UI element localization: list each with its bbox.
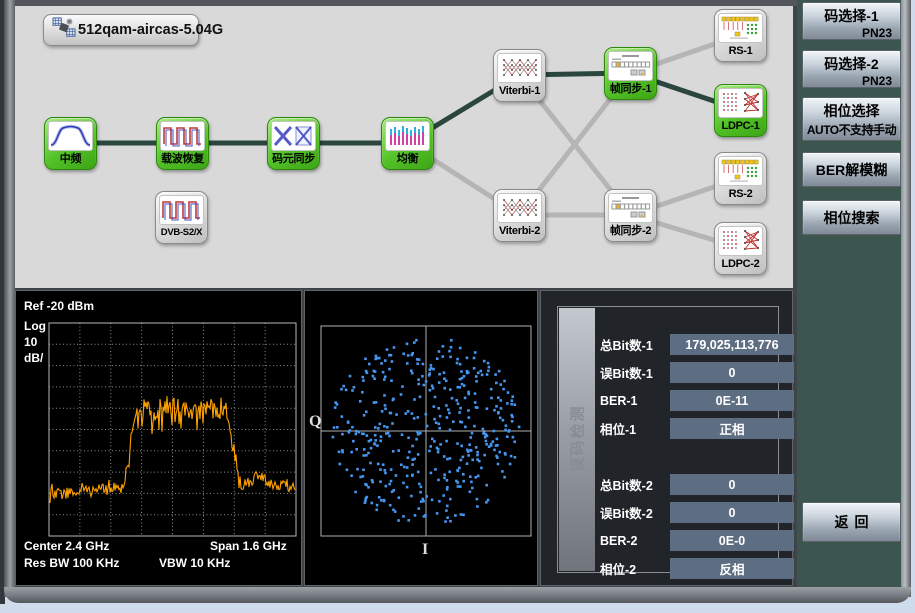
signal-title-label: 512qam-aircas-5.04G — [78, 22, 223, 38]
stat-row-ber-2: BER-2 0E-0 — [600, 530, 666, 551]
stat-row-phase-2: 相位-2 反相 — [600, 558, 666, 579]
value-box: 0 — [670, 474, 794, 495]
stat-row-phase-1: 相位-1 正相 — [600, 418, 666, 439]
spectrum-scale-10: 10 — [24, 335, 37, 349]
return-button[interactable]: 返回 — [802, 502, 901, 542]
satellite-icon — [52, 17, 76, 44]
node-equalizer[interactable]: 均衡 — [381, 117, 434, 170]
signal-title-button[interactable]: 512qam-aircas-5.04G — [43, 14, 199, 46]
node-viterbi-2[interactable]: Viterbi-2 — [493, 189, 546, 242]
value-box: 179,025,113,776 — [670, 334, 794, 355]
bandpass-icon — [48, 121, 93, 151]
code-select-2-button[interactable]: 码选择-2 PN23 — [802, 50, 901, 88]
node-symbol-sync[interactable]: 码元同步 — [267, 117, 320, 170]
phase-select-button[interactable]: 相位选择 AUTO不支持手动 — [802, 97, 901, 141]
trellis-icon — [497, 53, 542, 83]
frame-structure-icon — [608, 193, 653, 223]
equalizer-bars-icon — [385, 121, 430, 151]
spectrum-span-label: Span 1.6 GHz — [210, 539, 287, 553]
ber-disambiguate-button[interactable]: BER解模糊 — [802, 152, 901, 187]
tanner-graph-icon — [718, 88, 763, 118]
constellation-display: Q I — [304, 290, 538, 586]
squarewave-icon — [160, 121, 205, 151]
eye-diagram-icon — [271, 121, 316, 151]
ber-stats-box: 误码检测 总Bit数-1 179,025,113,776 误Bit数-1 0 B… — [557, 306, 779, 573]
node-if[interactable]: 中频 — [44, 117, 97, 170]
value-box: 反相 — [670, 558, 794, 579]
value-box: 0E-11 — [670, 390, 794, 411]
node-dvb-s2x[interactable]: DVB-S2/X — [155, 191, 208, 244]
spectrum-scale-db: dB/ — [24, 351, 43, 365]
node-ldpc-2[interactable]: LDPC-2 — [714, 222, 767, 275]
stat-row-total-bits-1: 总Bit数-1 179,025,113,776 — [600, 334, 666, 355]
spectrum-ref-label: Ref -20 dBm — [24, 299, 94, 313]
spectrum-display: Ref -20 dBm Log 10 dB/ Center 2.4 GHz Sp… — [15, 290, 302, 586]
ber-stats-panel: 误码检测 总Bit数-1 179,025,113,776 误Bit数-1 0 B… — [540, 290, 793, 586]
ber-side-strip: 误码检测 — [559, 308, 595, 571]
value-box: 0 — [670, 362, 794, 383]
node-framesync-1[interactable]: 帧同步-1 — [604, 47, 657, 100]
stat-row-error-bits-1: 误Bit数-1 0 — [600, 362, 666, 383]
trellis-icon — [497, 193, 542, 223]
code-select-1-button[interactable]: 码选择-1 PN23 — [802, 2, 901, 40]
squarewave-icon — [159, 195, 204, 225]
node-viterbi-1[interactable]: Viterbi-1 — [493, 49, 546, 102]
frame-pipe-bottom — [4, 587, 911, 603]
value-box: 0 — [670, 502, 794, 523]
constellation-plot — [305, 291, 537, 585]
spectrum-center-label: Center 2.4 GHz — [24, 539, 109, 553]
spectrum-scale-log: Log — [24, 319, 46, 333]
stat-row-error-bits-2: 误Bit数-2 0 — [600, 502, 666, 523]
stat-row-ber-1: BER-1 0E-11 — [600, 390, 666, 411]
node-framesync-2[interactable]: 帧同步-2 — [604, 189, 657, 242]
frame-pipe-left — [4, 0, 15, 597]
node-ldpc-1[interactable]: LDPC-1 — [714, 84, 767, 137]
rs-code-icon — [718, 13, 763, 43]
i-axis-label: I — [422, 541, 428, 559]
spectrum-vbw-label: VBW 10 KHz — [159, 556, 230, 570]
phase-search-button[interactable]: 相位搜索 — [802, 200, 901, 235]
sidebar: 码选择-1 PN23 码选择-2 PN23 相位选择 AUTO不支持手动 BER… — [797, 0, 903, 587]
rs-code-icon — [718, 156, 763, 186]
q-axis-label: Q — [309, 413, 321, 431]
frame-structure-icon — [608, 51, 653, 81]
stat-row-total-bits-2: 总Bit数-2 0 — [600, 474, 666, 495]
node-rs-2[interactable]: RS-2 — [714, 152, 767, 205]
spectrum-rbw-label: Res BW 100 KHz — [24, 556, 119, 570]
app-window: 512qam-aircas-5.04G 中频 载波恢复 DVB-S2/X — [0, 0, 915, 613]
node-carrier-recovery[interactable]: 载波恢复 — [156, 117, 209, 170]
frame-pipe-right — [901, 0, 911, 597]
value-box: 正相 — [670, 418, 794, 439]
tanner-graph-icon — [718, 226, 763, 256]
value-box: 0E-0 — [670, 530, 794, 551]
node-rs-1[interactable]: RS-1 — [714, 9, 767, 62]
ber-side-label: 误码检测 — [567, 394, 588, 484]
